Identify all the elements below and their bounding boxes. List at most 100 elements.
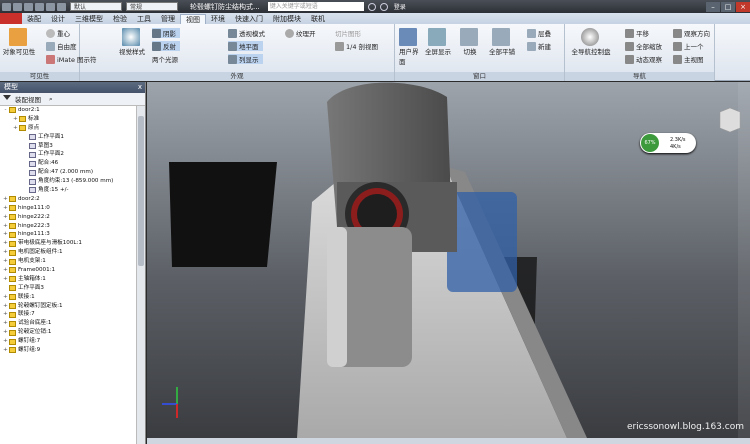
expand-toggle[interactable]: + (3, 346, 8, 355)
tree-node[interactable]: + 轮毂螺钉固定板:1 (0, 302, 136, 311)
tab-7[interactable]: 环境 (206, 14, 230, 24)
tree-node[interactable]: + 标准 (0, 115, 136, 124)
tree-node[interactable]: + 联接:7 (0, 310, 136, 319)
expand-toggle[interactable]: + (3, 310, 8, 319)
tree-node[interactable]: + hinge111:3 (0, 230, 136, 239)
material-combo[interactable]: 常规 (126, 2, 178, 11)
cascade-button[interactable]: 层叠 (527, 28, 551, 38)
tree-node[interactable]: + 试验台底座:1 (0, 319, 136, 328)
tab-10[interactable]: 联机 (306, 14, 330, 24)
view-selector[interactable]: 装配视图 (15, 94, 41, 104)
tree-node[interactable]: + 轮毂定位销:1 (0, 328, 136, 337)
tab-1[interactable]: 设计 (46, 14, 70, 24)
tree-node[interactable]: + hinge222:2 (0, 213, 136, 222)
expand-toggle[interactable]: - (3, 106, 8, 115)
ground-plane-button[interactable]: 地平面 (228, 41, 263, 51)
textures-button[interactable]: 纹理开 (285, 28, 316, 38)
object-visibility-button[interactable]: 对象可见性 (3, 28, 35, 56)
filter-icon[interactable] (3, 95, 11, 103)
tree-node[interactable]: + 螺钉组:7 (0, 337, 136, 346)
visual-style-button[interactable]: 视觉样式 (114, 28, 150, 56)
graphics-window[interactable]: 67% 2.3K/s 4K/s ericssonowl.blog.163.com (147, 82, 750, 438)
scrollbar-thumb[interactable] (138, 116, 144, 266)
expand-toggle[interactable]: + (13, 115, 18, 124)
home-view-button[interactable]: 主视图 (673, 54, 704, 64)
expand-toggle[interactable]: + (3, 302, 8, 311)
navigation-bar[interactable] (738, 82, 750, 438)
undo-icon[interactable] (46, 2, 55, 11)
maximize-button[interactable]: □ (721, 1, 735, 12)
project-combo[interactable]: 默认 (70, 2, 122, 11)
tile-all-button[interactable]: 全部平铺 (489, 28, 515, 56)
new-window-button[interactable]: 新建 (527, 41, 551, 51)
tree-node[interactable]: 工作平面3 (0, 284, 136, 293)
app-menu-icon[interactable] (2, 2, 11, 11)
tree-node[interactable]: 工作平面2 (0, 150, 136, 159)
tab-6[interactable]: 视图 (180, 14, 206, 24)
redo-icon[interactable] (57, 2, 66, 11)
tree-node[interactable]: + 电机固定板组件:1 (0, 248, 136, 257)
expand-toggle[interactable]: + (3, 230, 8, 239)
browser-scrollbar[interactable] (136, 106, 145, 444)
tree-node[interactable]: 草图3 (0, 142, 136, 151)
new-icon[interactable] (13, 2, 22, 11)
slice-graphics-button[interactable]: 切片图形 (335, 28, 361, 38)
expand-toggle[interactable]: + (3, 293, 8, 302)
tree-node[interactable]: 角度:15 +/- (0, 186, 136, 195)
app-logo[interactable] (0, 13, 22, 24)
tree-node[interactable]: + 螺钉组:9 (0, 346, 136, 355)
save-icon[interactable] (35, 2, 44, 11)
expand-toggle[interactable]: + (3, 195, 8, 204)
search-input[interactable]: 键入关键字或短语 (267, 2, 364, 11)
expand-toggle[interactable]: + (3, 275, 8, 284)
shadows-button[interactable]: 阴影 (152, 28, 180, 38)
pan-button[interactable]: 平移 (625, 28, 649, 38)
lighting-combo[interactable]: 两个光源 (152, 54, 178, 64)
zoom-all-button[interactable]: 全部缩放 (625, 41, 662, 51)
previous-view-button[interactable]: 上一个 (673, 41, 704, 51)
expand-toggle[interactable]: + (3, 248, 8, 257)
orbit-button[interactable]: 动态观察 (625, 54, 662, 64)
tab-9[interactable]: 附加模块 (268, 14, 306, 24)
tree-node[interactable]: + door2:2 (0, 195, 136, 204)
help-icon[interactable] (379, 2, 388, 11)
open-icon[interactable] (24, 2, 33, 11)
search-icon[interactable] (367, 2, 376, 11)
tab-2[interactable]: 三维模型 (70, 14, 108, 24)
dof-button[interactable]: 自由度 (46, 41, 77, 51)
tree-node[interactable]: 角度约束:13 (-859.000 mm) (0, 177, 136, 186)
fullscreen-button[interactable]: 全屏显示 (425, 28, 451, 56)
user-interface-button[interactable]: 用户界面 (399, 28, 419, 66)
full-nav-wheel-button[interactable]: 全导航控制盘 (569, 28, 613, 56)
expand-toggle[interactable]: + (3, 328, 8, 337)
expand-toggle[interactable]: + (3, 319, 8, 328)
tab-0[interactable]: 装配 (22, 14, 46, 24)
expand-toggle[interactable]: + (3, 266, 8, 275)
expand-toggle[interactable]: + (3, 337, 8, 346)
expand-toggle[interactable]: + (13, 124, 18, 133)
expand-toggle[interactable]: + (3, 239, 8, 248)
tab-4[interactable]: 工具 (132, 14, 156, 24)
tab-5[interactable]: 管理 (156, 14, 180, 24)
tree-node[interactable]: + 电机支架:1 (0, 257, 136, 266)
sign-in-link[interactable]: 登录 (394, 2, 406, 11)
close-button[interactable]: × (736, 1, 750, 12)
tree-node[interactable]: + 联接:1 (0, 293, 136, 302)
tree-node[interactable]: 工作平面1 (0, 133, 136, 142)
tree-node[interactable]: + Frame0001:1 (0, 266, 136, 275)
tree-node[interactable]: 配合:46 (0, 159, 136, 168)
tree-node[interactable]: - door2:1 (0, 106, 136, 115)
expand-toggle[interactable]: + (3, 257, 8, 266)
tree-node[interactable]: 配合:47 (2.000 mm) (0, 168, 136, 177)
tree-node[interactable]: + 原点 (0, 124, 136, 133)
tree-node[interactable]: + hinge111:0 (0, 204, 136, 213)
look-at-button[interactable]: 观察方向 (673, 28, 710, 38)
expand-toggle[interactable]: + (3, 213, 8, 222)
tab-3[interactable]: 检验 (108, 14, 132, 24)
tree-node[interactable]: + 主轴箱体:1 (0, 275, 136, 284)
quarter-section-button[interactable]: 1/4 剖视图 (335, 41, 378, 51)
expand-toggle[interactable]: + (3, 222, 8, 231)
tree-node[interactable]: + hinge222:3 (0, 222, 136, 231)
binoculars-icon[interactable]: ⌕ (49, 95, 53, 104)
expand-toggle[interactable]: + (3, 204, 8, 213)
